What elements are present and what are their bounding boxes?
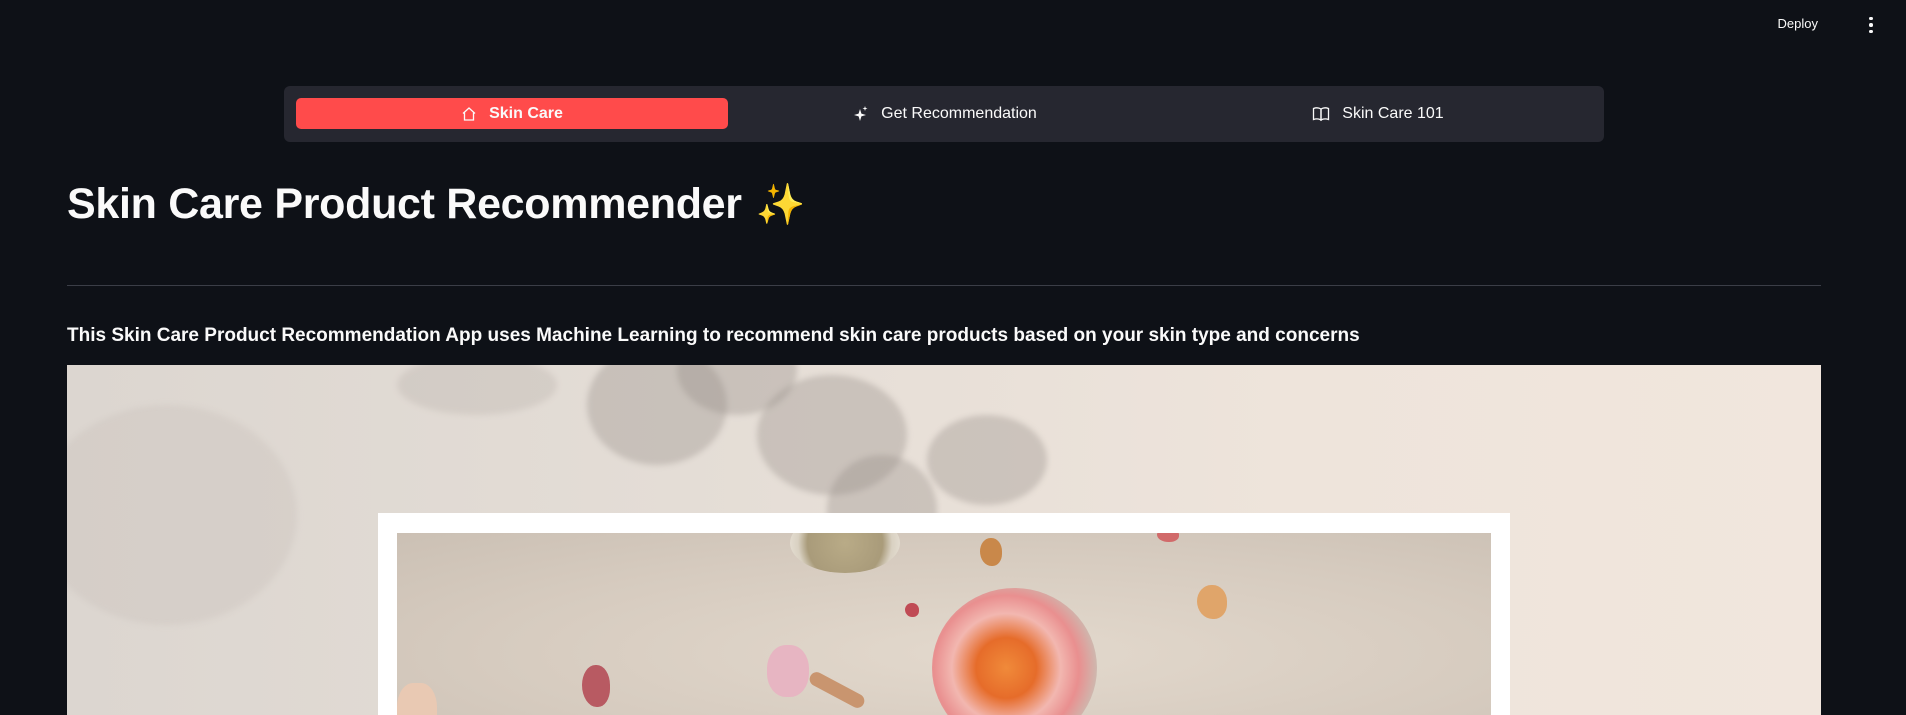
skincare-photo (397, 533, 1491, 715)
sparkles-emoji-icon: ✨ (755, 183, 806, 227)
divider (67, 285, 1821, 286)
option-menu: Skin Care Get Recommendation Skin Care 1… (284, 86, 1604, 142)
sparkles-icon (854, 105, 868, 121)
nav-tab-skin-care[interactable]: Skin Care (296, 98, 728, 129)
nav-tab-get-recommendation[interactable]: Get Recommendation (729, 98, 1161, 129)
top-toolbar: Deploy (0, 0, 1906, 52)
nav-tab-label: Get Recommendation (881, 104, 1037, 122)
book-icon (1313, 106, 1330, 121)
photo-frame (378, 513, 1510, 715)
app-description: This Skin Care Product Recommendation Ap… (67, 325, 1360, 346)
page-title-text: Skin Care Product Recommender (67, 180, 742, 228)
nav-tab-skin-care-101[interactable]: Skin Care 101 (1162, 98, 1594, 129)
hero-image (67, 365, 1821, 715)
main-menu-icon[interactable] (1866, 14, 1876, 36)
nav-tab-label: Skin Care (489, 104, 563, 122)
deploy-button[interactable]: Deploy (1778, 16, 1818, 31)
nav-tab-label: Skin Care 101 (1342, 104, 1444, 122)
house-icon (462, 106, 476, 121)
page-title: Skin Care Product Recommender ✨ (67, 180, 806, 229)
